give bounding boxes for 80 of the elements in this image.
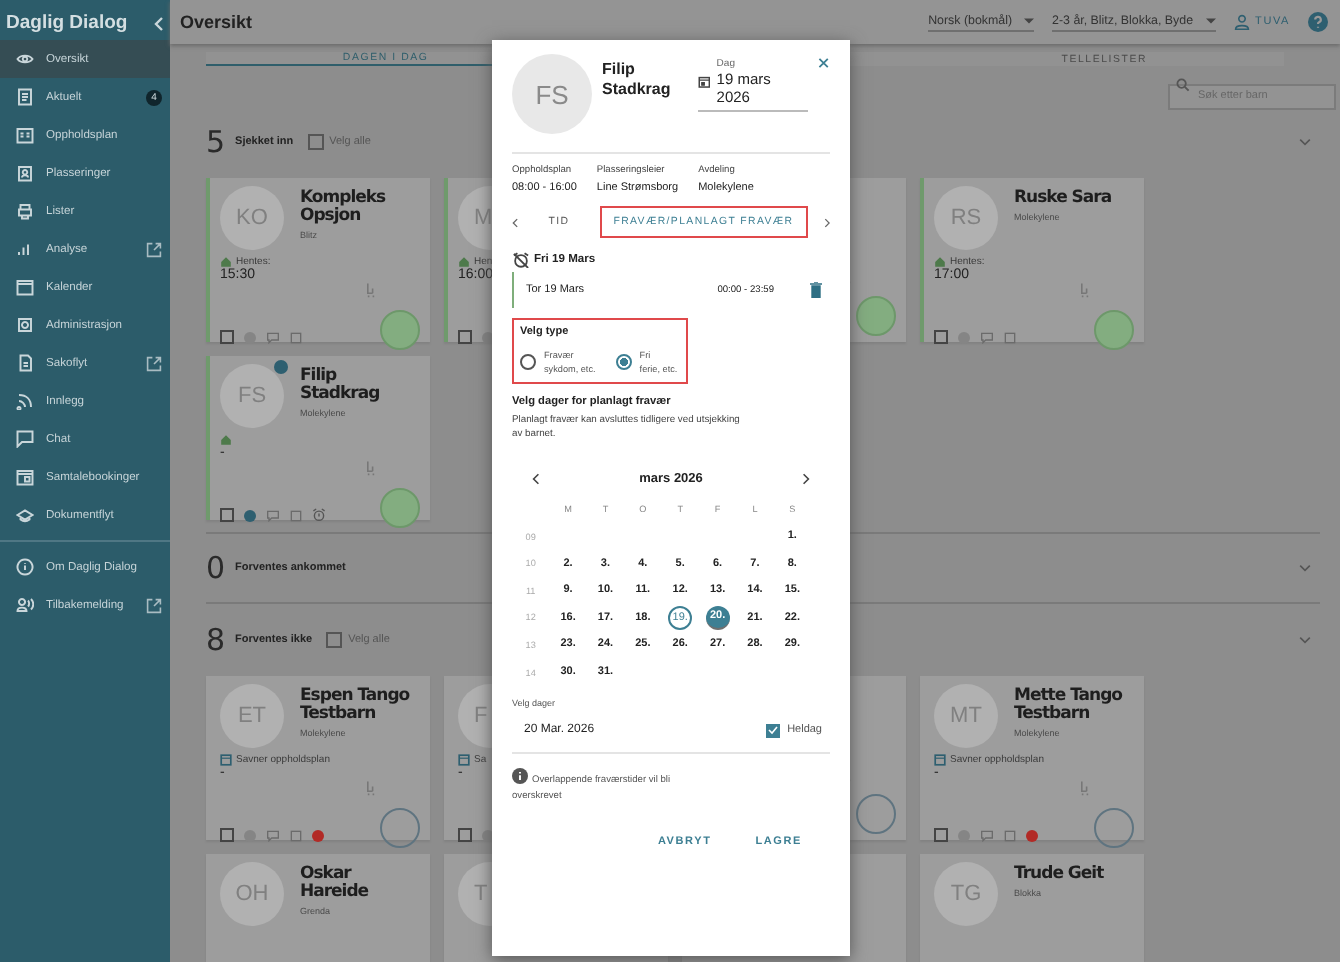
note-icon[interactable] xyxy=(290,509,302,521)
help-icon[interactable] xyxy=(1308,12,1328,32)
calendar-icon xyxy=(16,468,34,486)
external-link-icon xyxy=(146,597,162,613)
note-icon[interactable] xyxy=(1004,829,1016,841)
select-all-checkbox[interactable] xyxy=(307,134,324,150)
chevron-down-icon[interactable] xyxy=(1298,138,1312,146)
calendar-grid-icon xyxy=(16,126,34,144)
rss-icon xyxy=(16,392,34,410)
child-name: Trude Geit xyxy=(1014,866,1104,884)
search-icon xyxy=(1176,78,1190,92)
check-in-button[interactable] xyxy=(1094,808,1134,848)
child-name: Filip Stadkrag xyxy=(602,58,673,99)
page-title: Oversikt xyxy=(180,12,253,32)
chat-icon[interactable] xyxy=(266,509,280,521)
check-in-button[interactable] xyxy=(1094,310,1134,350)
person-icon xyxy=(1233,14,1250,30)
chevron-right-icon[interactable] xyxy=(823,215,830,229)
clipboard-icon xyxy=(16,88,34,106)
note-icon[interactable] xyxy=(290,829,302,841)
chevron-right-icon[interactable] xyxy=(802,471,810,486)
external-link-icon xyxy=(146,355,162,371)
caret-icon xyxy=(1024,18,1035,24)
person-speaking-icon xyxy=(16,596,34,614)
child-name: Filip Stadkrag xyxy=(300,368,382,404)
note-icon[interactable] xyxy=(1004,331,1016,343)
avatar-circle: FS xyxy=(512,54,592,134)
chevron-down-icon[interactable] xyxy=(1298,564,1312,572)
checkbox[interactable] xyxy=(458,828,472,842)
clock-icon[interactable] xyxy=(244,509,256,521)
checkbox[interactable] xyxy=(934,828,948,842)
gear-icon xyxy=(16,316,34,334)
section-count: 5 xyxy=(206,124,226,160)
calendar-icon xyxy=(16,278,34,296)
eye-icon xyxy=(16,50,34,68)
note-icon[interactable] xyxy=(290,331,302,343)
check-in-button[interactable] xyxy=(856,296,896,336)
chat-icon[interactable] xyxy=(266,331,280,343)
bar-chart-icon xyxy=(16,240,34,258)
child-name: Kompleks Opsjon xyxy=(300,190,388,226)
check-in-button[interactable] xyxy=(380,310,420,350)
child-name: Espen Tango Testbarn xyxy=(300,688,412,724)
section-count: 8 xyxy=(206,622,226,658)
chat-icon[interactable] xyxy=(980,829,994,841)
chat-icon[interactable] xyxy=(266,829,280,841)
printer-icon xyxy=(16,202,34,220)
document-icon xyxy=(16,354,34,372)
chat-icon xyxy=(16,430,34,448)
section-count: 0 xyxy=(206,550,226,586)
checkbox[interactable] xyxy=(458,330,472,344)
checkbox[interactable] xyxy=(765,723,780,738)
chat-icon[interactable] xyxy=(980,331,994,343)
checkbox[interactable] xyxy=(220,508,234,522)
id-badge-icon xyxy=(16,164,34,182)
collapse-chevron-icon[interactable] xyxy=(152,15,164,31)
trash-icon[interactable] xyxy=(810,282,822,298)
check-in-button[interactable] xyxy=(380,808,420,848)
close-icon[interactable] xyxy=(818,56,830,70)
checkbox[interactable] xyxy=(220,828,234,842)
radio-button[interactable] xyxy=(520,354,536,370)
caret-icon xyxy=(1205,18,1216,24)
child-name: Ruske Sara xyxy=(1014,190,1112,208)
calendar-icon xyxy=(698,74,711,90)
checkbox[interactable] xyxy=(220,330,234,344)
alarm-off-icon xyxy=(512,252,530,268)
alarm-clock-icon[interactable] xyxy=(312,508,326,522)
chevron-left-icon[interactable] xyxy=(532,471,540,486)
child-name: Mette Tango Testbarn xyxy=(1014,688,1124,724)
app-title: Daglig Dialog xyxy=(6,12,128,34)
graduation-cap-icon xyxy=(16,506,34,524)
chevron-left-icon[interactable] xyxy=(512,215,519,229)
external-link-icon xyxy=(146,241,162,257)
select-all-checkbox[interactable] xyxy=(326,632,343,648)
radio-button[interactable] xyxy=(615,354,632,370)
info-icon xyxy=(512,767,528,784)
child-name: Oskar Hareide xyxy=(300,866,371,902)
check-in-button[interactable] xyxy=(380,488,420,528)
chevron-down-icon[interactable] xyxy=(1298,636,1312,644)
checkbox[interactable] xyxy=(934,330,948,344)
check-in-button[interactable] xyxy=(856,794,896,834)
